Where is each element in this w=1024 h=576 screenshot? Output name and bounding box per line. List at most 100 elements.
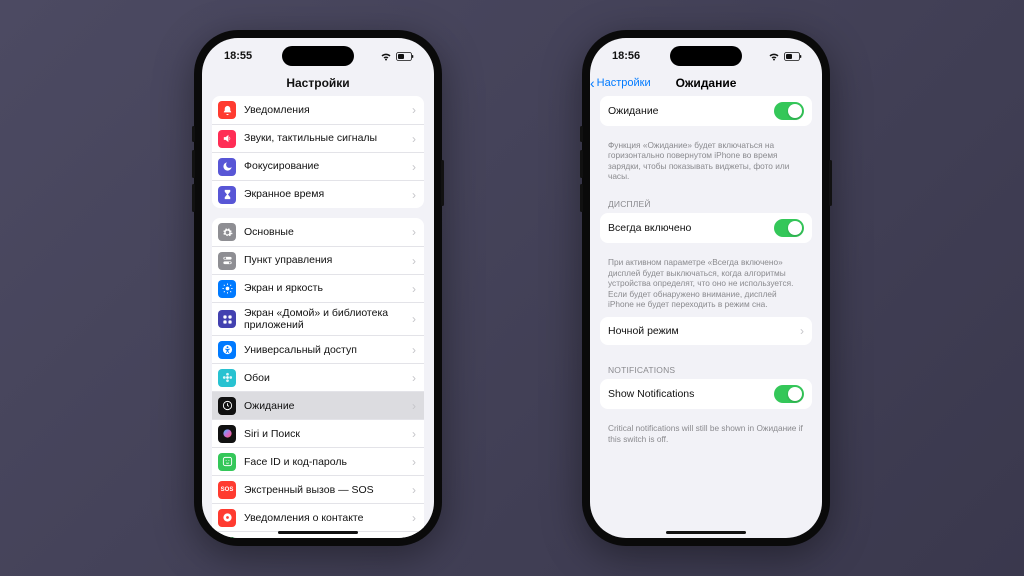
row-label: Основные bbox=[244, 226, 404, 238]
back-button[interactable]: ‹ Настройки bbox=[590, 76, 651, 90]
settings-row-switches[interactable]: Пункт управления› bbox=[212, 246, 424, 274]
wifi-icon bbox=[380, 52, 392, 61]
power-button bbox=[829, 160, 832, 206]
section-header: NOTIFICATIONS bbox=[600, 355, 812, 379]
volume-down bbox=[192, 184, 195, 212]
battery-icon bbox=[784, 52, 802, 61]
row-label: Всегда включено bbox=[608, 222, 766, 234]
screen-settings: 18:55 Настройки Уведомления›Звуки, такти… bbox=[202, 38, 434, 538]
grid-icon bbox=[218, 310, 236, 328]
power-button bbox=[441, 160, 444, 206]
settings-group: Всегда включено bbox=[600, 213, 812, 243]
wifi-icon bbox=[768, 52, 780, 61]
settings-row-siri[interactable]: Siri и Поиск› bbox=[212, 419, 424, 447]
settings-row[interactable]: Всегда включено bbox=[600, 213, 812, 243]
settings-row-hourglass[interactable]: Экранное время › bbox=[212, 180, 424, 208]
chevron-right-icon: › bbox=[412, 225, 416, 239]
settings-row-access[interactable]: Универсальный доступ › bbox=[212, 335, 424, 363]
status-icons bbox=[380, 52, 414, 61]
chevron-right-icon: › bbox=[800, 324, 804, 338]
settings-row[interactable]: Ожидание bbox=[600, 96, 812, 126]
battery-icon bbox=[396, 52, 414, 61]
row-label: Уведомления о контакте bbox=[244, 512, 404, 524]
chevron-right-icon: › bbox=[412, 160, 416, 174]
sos-icon: SOS bbox=[218, 481, 236, 499]
home-indicator bbox=[666, 531, 746, 534]
phone-right: 18:56 ‹ Настройки Ожидание ОжиданиеФункц… bbox=[582, 30, 830, 546]
settings-row-gear[interactable]: Основные › bbox=[212, 218, 424, 246]
chevron-right-icon: › bbox=[412, 282, 416, 296]
dynamic-island bbox=[282, 46, 354, 66]
mute-switch bbox=[192, 126, 195, 142]
status-icons bbox=[768, 52, 802, 61]
settings-row-flower[interactable]: Обои › bbox=[212, 363, 424, 391]
settings-group: Основные›Пункт управления›Экран и яркост… bbox=[212, 218, 424, 538]
mute-switch bbox=[580, 126, 583, 142]
settings-row-bell[interactable]: Уведомления› bbox=[212, 96, 424, 124]
switches-icon bbox=[218, 252, 236, 270]
row-label: Универсальный доступ bbox=[244, 344, 404, 356]
settings-group: Show Notifications bbox=[600, 379, 812, 409]
back-label: Настройки bbox=[597, 77, 651, 89]
row-label: Фокусирование bbox=[244, 160, 404, 172]
settings-row[interactable]: Ночной режим › bbox=[600, 317, 812, 345]
clock: 18:55 bbox=[224, 50, 252, 62]
gear-icon bbox=[218, 223, 236, 241]
chevron-right-icon: › bbox=[412, 371, 416, 385]
section-footer: Critical notifications will still be sho… bbox=[600, 419, 812, 452]
settings-row-contact[interactable]: Уведомления о контакте› bbox=[212, 503, 424, 531]
settings-group: Ночной режим › bbox=[600, 317, 812, 345]
toggle-switch[interactable] bbox=[774, 102, 804, 120]
row-label: Ожидание bbox=[608, 105, 766, 117]
settings-row-moon[interactable]: Фокусирование › bbox=[212, 152, 424, 180]
screen-standby: 18:56 ‹ Настройки Ожидание ОжиданиеФункц… bbox=[590, 38, 822, 538]
settings-row-brightness[interactable]: Экран и яркость › bbox=[212, 274, 424, 302]
bell-icon bbox=[218, 101, 236, 119]
row-label: Пункт управления bbox=[244, 254, 404, 266]
settings-row-sound[interactable]: Звуки, тактильные сигналы › bbox=[212, 124, 424, 152]
access-icon bbox=[218, 341, 236, 359]
settings-row-sos[interactable]: SOS Экстренный вызов — SOS › bbox=[212, 475, 424, 503]
chevron-right-icon: › bbox=[412, 188, 416, 202]
chevron-right-icon: › bbox=[412, 103, 416, 117]
row-label: Экран «Домой» и библиотека приложений bbox=[244, 307, 404, 331]
sound-icon bbox=[218, 130, 236, 148]
phone-left: 18:55 Настройки Уведомления›Звуки, такти… bbox=[194, 30, 442, 546]
volume-up bbox=[580, 150, 583, 178]
page-title: Настройки bbox=[202, 74, 434, 96]
faceid-icon bbox=[218, 453, 236, 471]
hourglass-icon bbox=[218, 186, 236, 204]
flower-icon bbox=[218, 369, 236, 387]
settings-row[interactable]: Show Notifications bbox=[600, 379, 812, 409]
settings-row-standby[interactable]: Ожидание› bbox=[212, 391, 424, 419]
dynamic-island bbox=[670, 46, 742, 66]
chevron-right-icon: › bbox=[412, 427, 416, 441]
chevron-right-icon: › bbox=[412, 399, 416, 413]
clock: 18:56 bbox=[612, 50, 640, 62]
chevron-right-icon: › bbox=[412, 455, 416, 469]
siri-icon bbox=[218, 425, 236, 443]
row-label: Экранное время bbox=[244, 188, 404, 200]
contact-icon bbox=[218, 509, 236, 527]
row-label: Обои bbox=[244, 372, 404, 384]
settings-row-grid[interactable]: Экран «Домой» и библиотека приложений › bbox=[212, 302, 424, 335]
settings-row-faceid[interactable]: Face ID и код-пароль › bbox=[212, 447, 424, 475]
page-title: Ожидание bbox=[676, 76, 737, 90]
chevron-right-icon: › bbox=[412, 132, 416, 146]
row-label: Звуки, тактильные сигналы bbox=[244, 132, 404, 144]
chevron-right-icon: › bbox=[412, 483, 416, 497]
chevron-right-icon: › bbox=[412, 343, 416, 357]
volume-up bbox=[192, 150, 195, 178]
section-footer: При активном параметре «Всегда включено»… bbox=[600, 253, 812, 317]
chevron-right-icon: › bbox=[412, 312, 416, 326]
row-label: Ночной режим bbox=[608, 325, 792, 337]
section-header: ДИСПЛЕЙ bbox=[600, 189, 812, 213]
row-label: Экран и яркость bbox=[244, 282, 404, 294]
home-indicator bbox=[278, 531, 358, 534]
row-label: Face ID и код-пароль bbox=[244, 456, 404, 468]
brightness-icon bbox=[218, 280, 236, 298]
row-label: Экстренный вызов — SOS bbox=[244, 484, 404, 496]
toggle-switch[interactable] bbox=[774, 385, 804, 403]
chevron-left-icon: ‹ bbox=[590, 76, 595, 90]
toggle-switch[interactable] bbox=[774, 219, 804, 237]
